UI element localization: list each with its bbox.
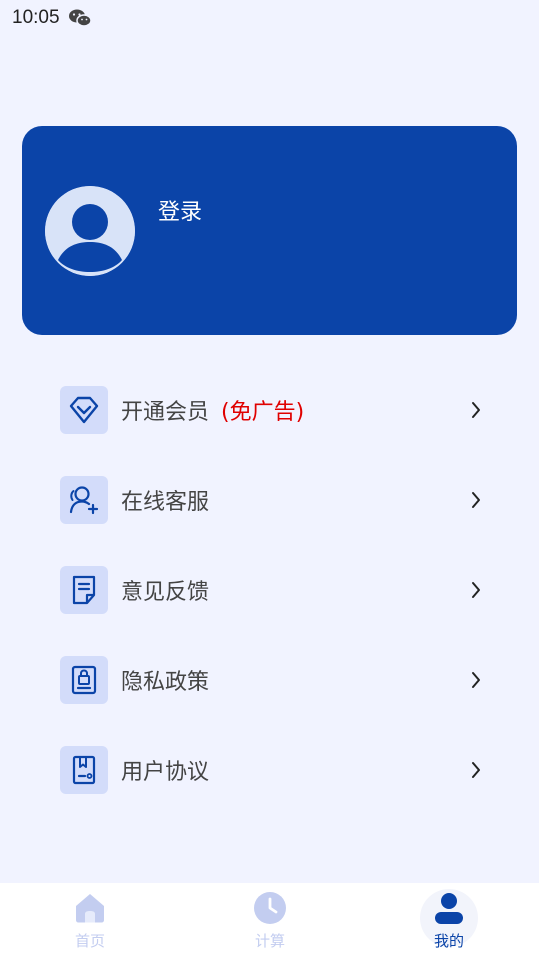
- chevron-right-icon: [470, 760, 482, 780]
- menu-item-vip[interactable]: 开通会员 (免广告): [60, 386, 490, 434]
- home-icon: [72, 890, 108, 926]
- tab-label: 计算: [254, 932, 285, 950]
- chevron-right-icon: [470, 670, 482, 690]
- menu-item-feedback[interactable]: 意见反馈: [60, 566, 490, 614]
- chevron-right-icon: [470, 580, 482, 600]
- chevron-right-icon: [470, 400, 482, 420]
- login-link[interactable]: 登录: [158, 194, 202, 226]
- menu-item-label: 开通会员: [121, 400, 210, 425]
- bottom-tab-bar: 首页 计算 我的: [0, 883, 539, 958]
- user-avatar-icon[interactable]: [45, 186, 135, 276]
- menu-item-label: 用户协议: [121, 760, 210, 785]
- lock-document-icon: [60, 656, 108, 704]
- menu-item-label: 在线客服: [121, 490, 210, 515]
- menu-item-user-agreement[interactable]: 用户协议: [60, 746, 490, 794]
- menu-item-privacy[interactable]: 隐私政策: [60, 656, 490, 704]
- add-user-icon: [60, 476, 108, 524]
- tab-label: 我的: [433, 932, 464, 950]
- clock-icon: [252, 890, 288, 926]
- agreement-icon: [60, 746, 108, 794]
- tab-calculate[interactable]: 计算: [210, 883, 330, 958]
- menu-item-online-service[interactable]: 在线客服: [60, 476, 490, 524]
- wechat-icon: [68, 8, 92, 28]
- status-bar: 10:05: [0, 0, 539, 36]
- person-icon: [431, 890, 467, 926]
- tab-label: 首页: [74, 932, 105, 950]
- tab-home[interactable]: 首页: [30, 883, 150, 958]
- ad-free-tag: (免广告): [221, 400, 305, 425]
- diamond-icon: [60, 386, 108, 434]
- chevron-right-icon: [470, 490, 482, 510]
- profile-card[interactable]: 登录: [22, 126, 517, 335]
- menu-item-label: 意见反馈: [121, 580, 210, 605]
- tab-mine[interactable]: 我的: [389, 883, 509, 958]
- document-icon: [60, 566, 108, 614]
- menu-item-label: 隐私政策: [121, 670, 210, 695]
- status-time: 10:05: [12, 7, 60, 28]
